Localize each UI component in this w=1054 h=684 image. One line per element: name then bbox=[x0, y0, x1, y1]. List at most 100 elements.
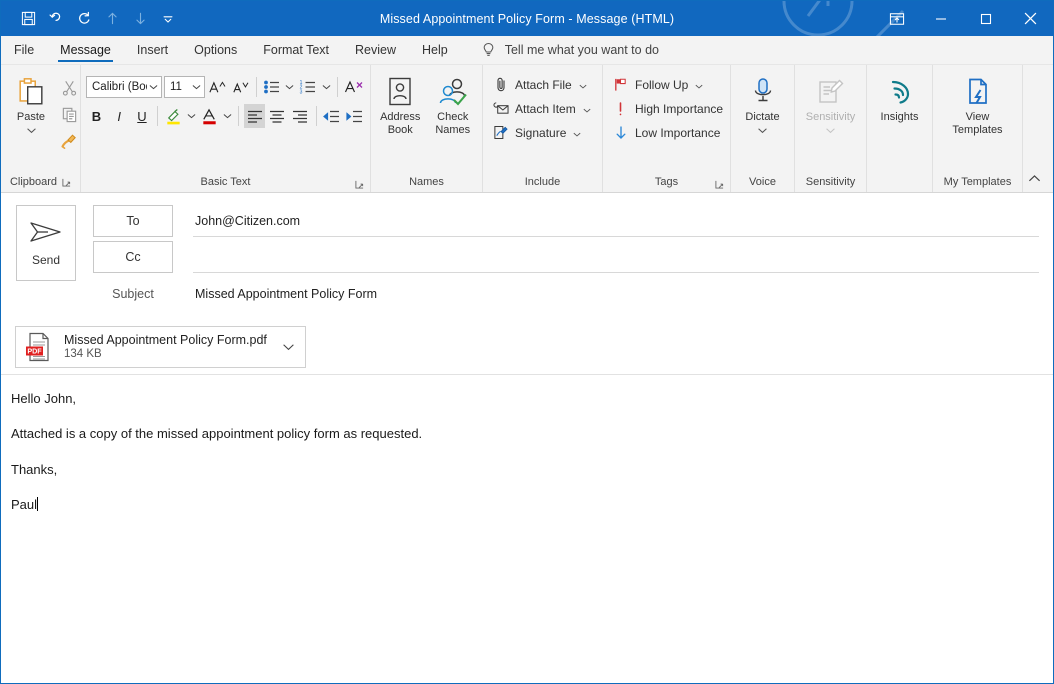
ribbon: Paste Clipboard Calibri (Bod 11 1 2 3 B … bbox=[1, 65, 1053, 193]
align-left-icon[interactable] bbox=[244, 104, 265, 128]
font-color-chevron-down-icon[interactable] bbox=[222, 104, 233, 128]
underline-button[interactable]: U bbox=[132, 104, 153, 128]
ribbon-display-options-icon[interactable] bbox=[876, 1, 918, 36]
attach-file-button[interactable]: Attach File bbox=[488, 73, 597, 96]
redo-icon[interactable] bbox=[71, 6, 97, 32]
customize-qat-chevron-down-icon[interactable] bbox=[155, 6, 181, 32]
attach-item-label: Attach Item bbox=[515, 101, 576, 116]
divider bbox=[255, 77, 257, 97]
clipboard-dialog-launcher-icon[interactable] bbox=[62, 178, 71, 187]
sensitivity-button[interactable]: Sensitivity bbox=[805, 70, 857, 137]
ribbon-group-insights: Insights bbox=[867, 65, 933, 192]
shrink-font-icon[interactable] bbox=[230, 75, 251, 99]
collapse-ribbon-chevron-up-icon[interactable] bbox=[1023, 168, 1045, 188]
message-body[interactable]: Hello John, Attached is a copy of the mi… bbox=[1, 375, 1053, 683]
bold-button[interactable]: B bbox=[86, 104, 107, 128]
tab-file[interactable]: File bbox=[1, 36, 47, 64]
font-size-combo[interactable]: 11 bbox=[164, 76, 206, 98]
tab-insert[interactable]: Insert bbox=[124, 36, 181, 64]
attachment-chevron-down-icon[interactable] bbox=[277, 343, 301, 351]
high-importance-button[interactable]: High Importance bbox=[608, 97, 729, 120]
align-center-icon[interactable] bbox=[267, 104, 288, 128]
cc-button[interactable]: Cc bbox=[93, 241, 173, 273]
attachment-chip[interactable]: PDF Missed Appointment Policy Form.pdf 1… bbox=[15, 325, 306, 368]
check-names-label-line1: Check bbox=[437, 111, 469, 123]
paste-button[interactable]: Paste bbox=[6, 70, 56, 153]
tab-format-text[interactable]: Format Text bbox=[250, 36, 342, 64]
view-templates-button[interactable]: View Templates bbox=[952, 70, 1004, 136]
divider bbox=[315, 106, 317, 126]
address-book-icon bbox=[385, 74, 415, 108]
attachment-file-size: 134 KB bbox=[64, 348, 102, 360]
copy-icon[interactable] bbox=[57, 102, 81, 126]
address-book-label-line1: Address bbox=[380, 111, 421, 123]
align-right-icon[interactable] bbox=[290, 104, 311, 128]
insights-icon bbox=[884, 74, 916, 108]
text-highlight-color-icon[interactable] bbox=[163, 104, 184, 128]
attach-file-chevron-down-icon[interactable] bbox=[579, 78, 587, 92]
ribbon-group-clipboard: Paste Clipboard bbox=[1, 65, 81, 192]
address-book-button[interactable]: Address Book bbox=[376, 70, 425, 136]
arrow-down-icon[interactable] bbox=[127, 6, 153, 32]
paste-chevron-down-icon[interactable] bbox=[26, 125, 37, 138]
tab-help[interactable]: Help bbox=[409, 36, 461, 64]
signature-icon bbox=[492, 125, 509, 140]
title-bar: Missed Appointment Policy Form - Message… bbox=[1, 1, 1053, 36]
body-line-2: Attached is a copy of the missed appoint… bbox=[11, 426, 423, 442]
decrease-indent-icon[interactable] bbox=[321, 104, 342, 128]
undo-icon[interactable] bbox=[43, 6, 69, 32]
send-button[interactable]: Send bbox=[16, 205, 76, 281]
tab-options[interactable]: Options bbox=[181, 36, 250, 64]
font-name-chevron-down-icon[interactable] bbox=[149, 84, 158, 90]
tab-review[interactable]: Review bbox=[342, 36, 409, 64]
ribbon-group-include: Attach File Attach Item Signature Includ… bbox=[483, 65, 603, 192]
my-templates-group-label: My Templates bbox=[943, 176, 1012, 188]
to-button[interactable]: To bbox=[93, 205, 173, 237]
low-importance-button[interactable]: Low Importance bbox=[608, 121, 729, 144]
dictate-chevron-down-icon[interactable] bbox=[757, 125, 768, 138]
sensitivity-chevron-down-icon[interactable] bbox=[825, 125, 836, 138]
follow-up-chevron-down-icon[interactable] bbox=[695, 78, 703, 92]
sensitivity-icon bbox=[815, 74, 847, 108]
attach-item-chevron-down-icon[interactable] bbox=[583, 102, 591, 116]
attach-item-button[interactable]: Attach Item bbox=[488, 97, 597, 120]
check-names-button[interactable]: Check Names bbox=[429, 70, 478, 136]
dictate-label: Dictate bbox=[745, 111, 780, 123]
clear-formatting-icon[interactable] bbox=[343, 75, 366, 99]
font-size-chevron-down-icon[interactable] bbox=[192, 84, 201, 90]
cut-icon[interactable] bbox=[57, 75, 81, 99]
tags-dialog-launcher-icon[interactable] bbox=[715, 180, 724, 189]
address-book-label-line2: Book bbox=[387, 123, 413, 136]
ribbon-group-sensitivity: Sensitivity Sensitivity bbox=[795, 65, 867, 192]
follow-up-button[interactable]: Follow Up bbox=[608, 73, 729, 96]
numbering-chevron-down-icon[interactable] bbox=[320, 75, 331, 99]
tab-message[interactable]: Message bbox=[47, 36, 124, 64]
tell-me-search[interactable]: Tell me what you want to do bbox=[461, 36, 659, 64]
minimize-button[interactable] bbox=[918, 1, 963, 36]
maximize-button[interactable] bbox=[963, 1, 1008, 36]
basic-text-dialog-launcher-icon[interactable] bbox=[355, 180, 364, 189]
paperclip-icon bbox=[492, 77, 509, 92]
signature-button[interactable]: Signature bbox=[488, 121, 597, 144]
arrow-up-icon[interactable] bbox=[99, 6, 125, 32]
highlight-chevron-down-icon[interactable] bbox=[186, 104, 197, 128]
to-input[interactable]: John@Citizen.com bbox=[193, 205, 1039, 237]
signature-chevron-down-icon[interactable] bbox=[573, 126, 581, 140]
format-painter-icon[interactable] bbox=[57, 129, 81, 153]
italic-button[interactable]: I bbox=[109, 104, 130, 128]
subject-input[interactable]: Missed Appointment Policy Form bbox=[193, 287, 1039, 301]
cc-input[interactable] bbox=[193, 241, 1039, 273]
view-templates-label-line1: View bbox=[965, 111, 990, 123]
font-color-icon[interactable] bbox=[199, 104, 220, 128]
bullets-icon[interactable] bbox=[262, 75, 283, 99]
bullets-chevron-down-icon[interactable] bbox=[284, 75, 295, 99]
insights-button[interactable]: Insights bbox=[874, 70, 926, 124]
increase-indent-icon[interactable] bbox=[344, 104, 365, 128]
numbering-icon[interactable]: 1 2 3 bbox=[298, 75, 319, 99]
dictate-button[interactable]: Dictate bbox=[738, 70, 788, 137]
font-size-value: 11 bbox=[170, 81, 182, 93]
font-name-combo[interactable]: Calibri (Bod bbox=[86, 76, 162, 98]
grow-font-icon[interactable] bbox=[207, 75, 228, 99]
close-button[interactable] bbox=[1008, 1, 1053, 36]
save-icon[interactable] bbox=[15, 6, 41, 32]
